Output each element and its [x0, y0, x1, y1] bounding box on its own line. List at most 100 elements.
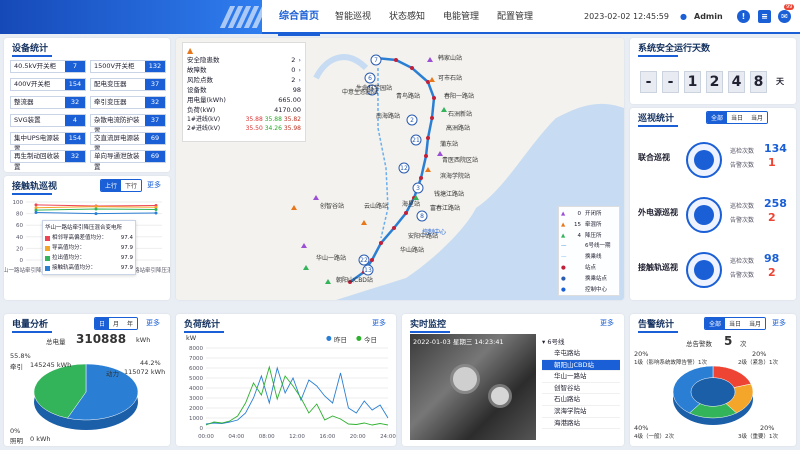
tab-today[interactable]: 当日 [725, 318, 746, 329]
station-dot[interactable] [424, 154, 428, 158]
station-label[interactable]: 云山路站 [364, 202, 388, 210]
load-more-link[interactable]: 更多 [372, 318, 386, 328]
inspection-item[interactable]: 接触轨巡视 巡检次数 98 告警次数 2 [630, 246, 792, 298]
device-row[interactable]: 杂散电流防护装置 37 [90, 114, 166, 135]
camera-list-item[interactable]: 华山一路站 [542, 371, 620, 383]
tab-up[interactable]: 上行 [101, 180, 122, 191]
tab-month[interactable]: 当月 [745, 318, 766, 329]
info-arrow-icon[interactable]: › [298, 55, 301, 65]
legend-count [569, 241, 581, 252]
tab-day[interactable]: 日 [95, 318, 110, 329]
nav-status[interactable]: 状态感知 [384, 0, 430, 34]
catenary-direction-toggle: 上行 下行 [100, 179, 143, 192]
line2-v3: 35.98 [283, 125, 301, 132]
camera-list-item[interactable]: 创智谷站 [542, 383, 620, 395]
device-name: 交直流屏电源装置 [91, 133, 145, 153]
device-row[interactable]: 配电变压器 37 [90, 78, 166, 91]
device-row[interactable]: 交直流屏电源装置 69 [90, 132, 166, 153]
station-label[interactable]: 富春江路站 [430, 204, 460, 212]
station-label[interactable]: 华山一路站 [316, 254, 346, 262]
catenary-more-link[interactable]: 更多 [147, 180, 161, 190]
power-pct: 44.2% [140, 359, 161, 367]
map-legend-row: — 6号线一期 [561, 241, 617, 252]
legend-label: 控制中心 [585, 286, 608, 293]
station-label[interactable]: 韩家山站 [438, 54, 462, 62]
station-label[interactable]: 青鸟路站 [396, 92, 420, 100]
station-label[interactable]: 华山路站 [400, 246, 424, 254]
legend-label: 牵混所 [585, 221, 602, 228]
notification-icon[interactable]: ✉ [778, 10, 791, 23]
station-label[interactable]: 可市石站 [438, 74, 462, 82]
monitor-more-link[interactable]: 更多 [600, 318, 614, 328]
tab-month[interactable]: 当月 [747, 112, 768, 123]
tab-year[interactable]: 年 [123, 318, 138, 329]
info-arrow-icon[interactable]: › [298, 75, 301, 85]
device-row[interactable]: SVG装置 4 [10, 114, 86, 127]
station-dot[interactable] [432, 96, 436, 100]
info-arrow-icon[interactable]: › [298, 65, 301, 75]
device-row[interactable]: 牵引变压器 32 [90, 96, 166, 109]
camera-list-item[interactable]: 辛屯路站 [542, 348, 620, 360]
alarm-more-link[interactable]: 更多 [772, 318, 786, 328]
line-tree-node[interactable]: ▾ 6号线 [542, 336, 564, 346]
station-dot[interactable] [392, 226, 396, 230]
device-row[interactable]: 单向导通泄放装置 69 [90, 150, 166, 171]
station-dot[interactable] [419, 176, 423, 180]
station-dot[interactable] [379, 241, 383, 245]
tab-down[interactable]: 下行 [121, 180, 142, 191]
station-label[interactable]: 海星站 [402, 200, 420, 208]
nav-energy[interactable]: 电能管理 [438, 0, 484, 34]
station-dot[interactable] [370, 258, 374, 262]
station-label[interactable]: 春阳一路站 [444, 92, 474, 100]
station-label[interactable]: 创智谷站 [320, 202, 344, 210]
station-label[interactable]: 蒲东站 [440, 140, 458, 148]
station-dot[interactable] [410, 66, 414, 70]
nav-home[interactable]: 综合首页 [270, 0, 328, 36]
camera-list-item[interactable]: 石山路站 [542, 394, 620, 406]
device-row[interactable]: 400V开关柜 154 [10, 78, 86, 91]
info-value: 2 [291, 76, 296, 84]
station-label[interactable]: 南海路站 [376, 112, 400, 120]
tab-all[interactable]: 全部 [705, 318, 726, 329]
station-label[interactable]: 滨海学院站 [440, 172, 470, 180]
tooltip-swatch [45, 245, 50, 251]
alert-icon[interactable]: ! [737, 10, 750, 23]
station-label[interactable]: 青医西院区站 [442, 156, 478, 164]
station-dot[interactable] [404, 211, 408, 215]
station-label[interactable]: 中意生态园站 [342, 88, 378, 96]
device-row[interactable]: 再生制动回收装置 32 [10, 150, 86, 171]
station-label[interactable]: 高洲路站 [446, 124, 470, 132]
station-label[interactable]: 朝阳山CBD站 [336, 276, 373, 284]
device-row[interactable]: 集中UPS电源装置 154 [10, 132, 86, 153]
user-name[interactable]: Admin [694, 0, 723, 34]
map-panel[interactable]: 7 6 4 2 21 12 3 8 22 13 韩家山站 可市石站 春阳一路站 石洲新站 高洲路站 蒲东站 青医… [176, 38, 624, 300]
station-dot[interactable] [394, 58, 398, 62]
station-label[interactable]: 石洲新站 [448, 110, 472, 118]
device-name: 1500V开关柜 [91, 61, 145, 72]
document-icon[interactable]: ≡ [758, 10, 771, 23]
control-center-label[interactable]: 控制中心 [422, 228, 446, 236]
station-label[interactable]: 钱塘江路站 [434, 190, 464, 198]
tooltip-row-value: 97.4 [120, 235, 133, 241]
tab-today[interactable]: 当日 [727, 112, 748, 123]
camera-feed[interactable]: 2022-01-03 星期三 14:23:41 [410, 334, 536, 440]
device-row[interactable]: 整流器 32 [10, 96, 86, 109]
nav-config[interactable]: 配置管理 [492, 0, 538, 34]
camera-list-item[interactable]: 朝阳山CBD站 [542, 359, 620, 372]
inspection-item[interactable]: 联合巡视 巡检次数 134 告警次数 1 [630, 136, 792, 188]
station-dot[interactable] [430, 116, 434, 120]
station-dot[interactable] [426, 136, 430, 140]
device-row[interactable]: 1500V开关柜 132 [90, 60, 166, 73]
tab-all[interactable]: 全部 [707, 112, 728, 123]
nav-inspection[interactable]: 智能巡视 [330, 0, 376, 34]
info-label: 用电量(kWh) [187, 96, 226, 104]
camera-list-item[interactable]: 滨海学院站 [542, 406, 620, 418]
energy-more-link[interactable]: 更多 [146, 318, 160, 328]
inspection-item[interactable]: 外电源巡视 巡检次数 258 告警次数 2 [630, 191, 792, 243]
power-label: 动力 [106, 370, 119, 378]
station-marker-number: 6 [368, 75, 372, 82]
device-count: 32 [65, 151, 85, 162]
tab-month[interactable]: 月 [109, 318, 124, 329]
camera-list-item[interactable]: 海港路站 [542, 418, 620, 430]
device-row[interactable]: 40.5kV开关柜 7 [10, 60, 86, 73]
